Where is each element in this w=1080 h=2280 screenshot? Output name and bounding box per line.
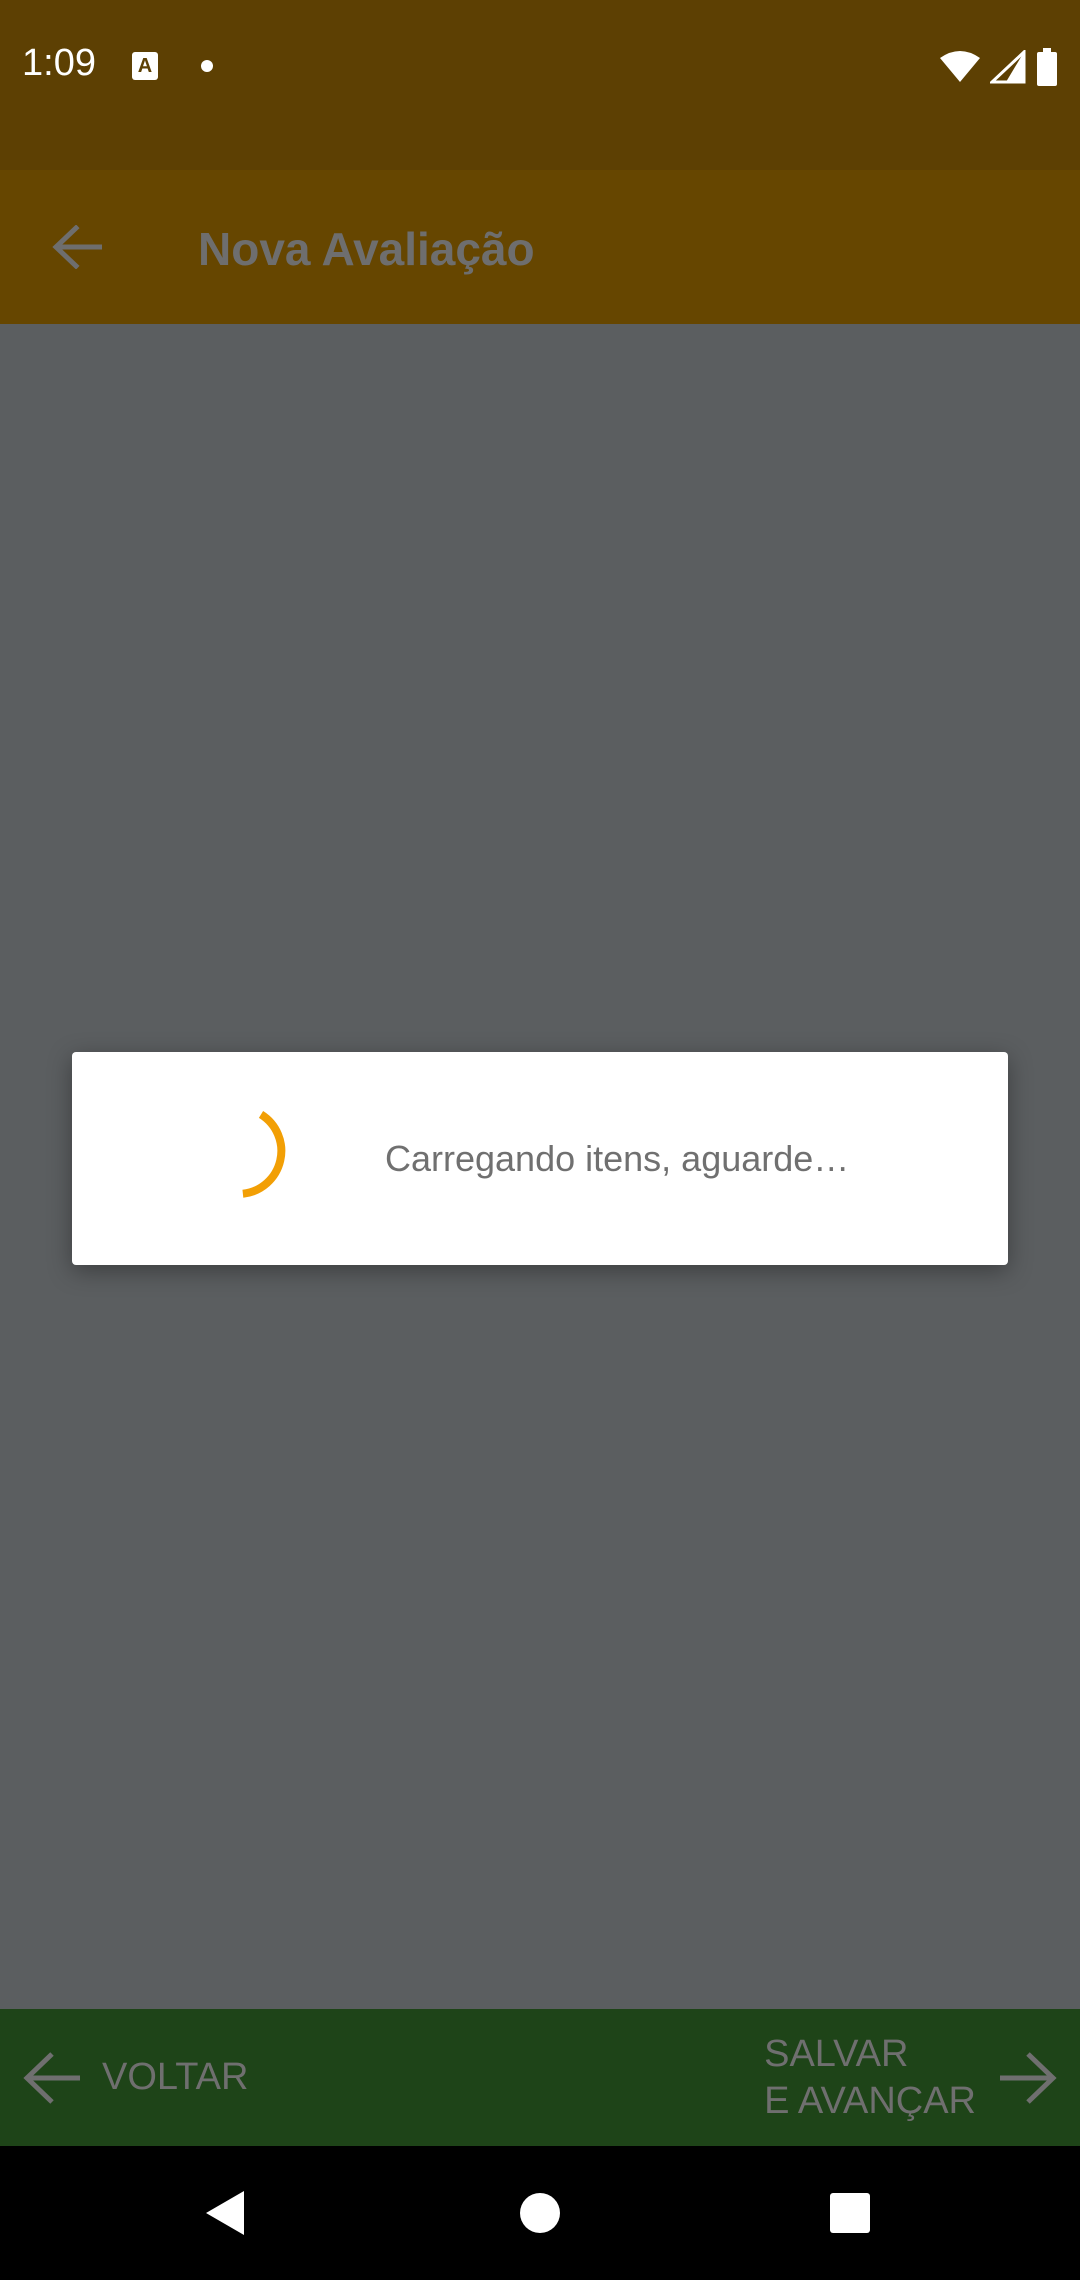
status-time: 1:09 <box>22 42 96 84</box>
salvar-label-line1: SALVAR <box>764 2032 909 2075</box>
loading-spinner-icon <box>242 1111 286 1198</box>
recents-square-icon <box>830 2193 870 2233</box>
arrow-back-icon <box>52 225 102 269</box>
status-icons <box>940 48 1058 86</box>
arrow-left-icon <box>23 2051 80 2104</box>
arrow-right-icon <box>1000 2051 1057 2104</box>
back-triangle-icon <box>206 2191 244 2235</box>
wifi-icon <box>940 51 980 82</box>
dialog-message: Carregando itens, aguarde… <box>385 1138 850 1179</box>
page-title: Nova Avaliação <box>198 223 535 275</box>
loading-dialog: Carregando itens, aguarde… <box>72 1052 1008 1265</box>
battery-icon <box>1037 48 1057 86</box>
dot-icon <box>201 60 213 72</box>
salvar-label-line2: E AVANÇAR <box>764 2079 976 2122</box>
voltar-label: VOLTAR <box>102 2056 249 2098</box>
nav-back-button[interactable] <box>188 2176 262 2250</box>
app-bar: Nova Avaliação <box>0 170 1080 324</box>
signal-icon <box>990 50 1026 84</box>
salvar-avancar-label: SALVAR E AVANÇAR <box>764 2031 976 2125</box>
bottom-action-bar: VOLTAR SALVAR E AVANÇAR <box>0 2009 1080 2146</box>
system-nav-bar <box>0 2146 1080 2280</box>
nav-recents-button[interactable] <box>813 2176 887 2250</box>
screen: 1:09 A Nova Avaliação Carregando itens, … <box>0 0 1080 2280</box>
salvar-avancar-button[interactable]: SALVAR E AVANÇAR <box>764 2009 1058 2146</box>
status-bar: 1:09 A <box>0 0 1080 170</box>
nav-home-button[interactable] <box>503 2176 577 2250</box>
home-circle-icon <box>520 2193 560 2233</box>
back-button[interactable] <box>40 210 114 284</box>
a-notification-icon: A <box>132 52 158 80</box>
voltar-button[interactable]: VOLTAR <box>22 2009 248 2146</box>
